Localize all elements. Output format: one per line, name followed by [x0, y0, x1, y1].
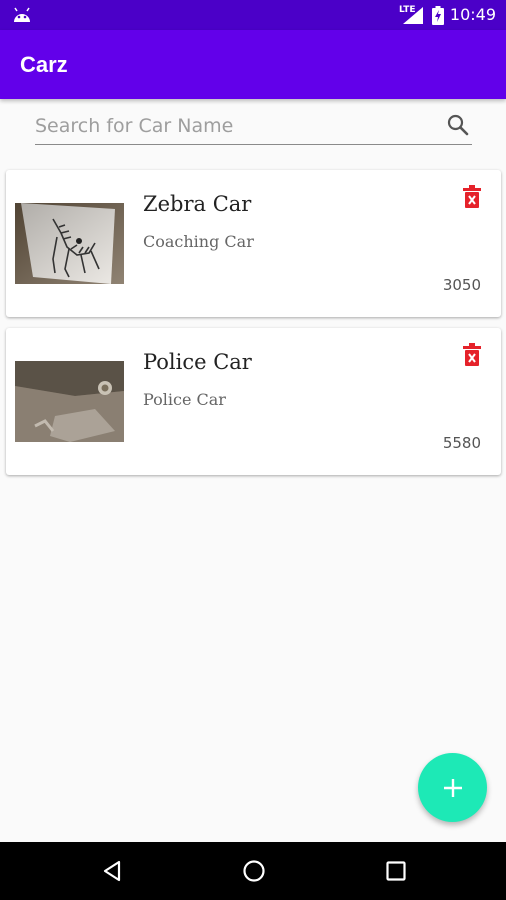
back-icon[interactable]: [100, 859, 124, 883]
delete-icon[interactable]: [462, 343, 482, 367]
recents-icon[interactable]: [384, 859, 408, 883]
car-card[interactable]: Police Car Police Car 5580: [6, 328, 501, 475]
plus-icon: [443, 778, 462, 797]
battery-charging-icon: [432, 6, 444, 25]
home-icon[interactable]: [242, 859, 266, 883]
navigation-bar: [0, 842, 506, 900]
search-input[interactable]: [35, 110, 435, 142]
car-price: 5580: [442, 434, 481, 452]
android-icon: [14, 7, 30, 22]
status-bar: LTE 10:49: [0, 0, 506, 30]
app-title: Carz: [20, 52, 68, 77]
room-floor-photo: [15, 361, 124, 442]
zebra-drawing-photo: [15, 203, 124, 284]
lte-signal-icon: [403, 7, 423, 24]
car-price: 3050: [442, 276, 481, 294]
car-description: Police Car: [143, 390, 226, 409]
delete-icon[interactable]: [462, 185, 482, 209]
car-thumbnail: [15, 361, 124, 442]
search-icon[interactable]: [446, 113, 470, 137]
status-clock: 10:49: [449, 5, 496, 24]
app-bar: Carz: [0, 30, 506, 99]
add-car-button[interactable]: [418, 753, 487, 822]
car-card[interactable]: Zebra Car Coaching Car 3050: [6, 170, 501, 317]
car-thumbnail: [15, 203, 124, 284]
car-name: Police Car: [143, 350, 252, 374]
search-bar: [35, 108, 472, 145]
car-name: Zebra Car: [143, 192, 252, 216]
car-description: Coaching Car: [143, 232, 254, 251]
